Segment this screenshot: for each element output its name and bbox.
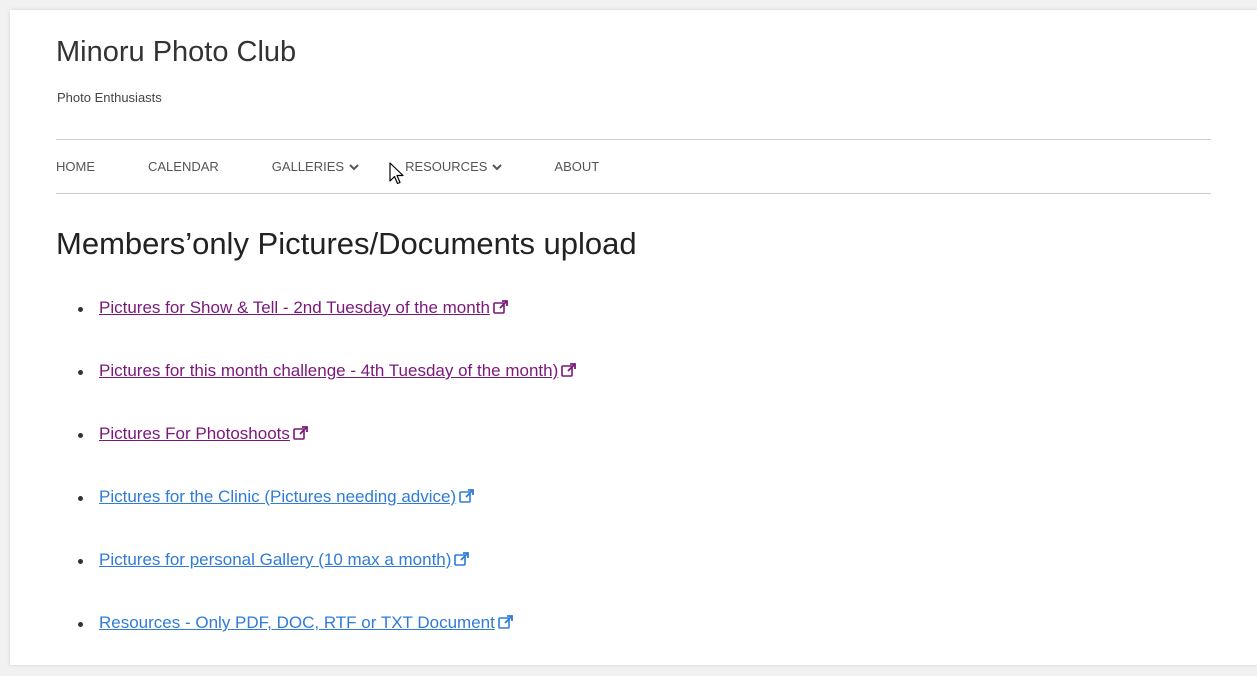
bullet-icon — [78, 622, 83, 627]
external-link-icon — [454, 551, 470, 571]
nav-bottom-divider — [56, 193, 1211, 194]
bullet-icon — [78, 496, 83, 501]
external-link-icon — [493, 299, 509, 319]
bullet-icon — [78, 433, 83, 438]
chevron-down-icon — [349, 163, 359, 171]
site-title[interactable]: Minoru Photo Club — [56, 36, 296, 69]
nav-item-label: GALLERIES — [271, 159, 345, 174]
chevron-down-icon — [492, 163, 503, 171]
nav-item-about[interactable]: ABOUT — [554, 159, 599, 174]
bullet-icon — [78, 559, 83, 564]
upload-link-show-and-tell[interactable]: Pictures for Show & Tell - 2nd Tuesday o… — [99, 298, 509, 319]
main-nav: HOME CALENDAR GALLERIES RESOURCES ABOUT — [56, 140, 599, 193]
link-label: Pictures for the Clinic (Pictures needin… — [99, 487, 457, 506]
nav-item-label: CALENDAR — [148, 159, 219, 174]
page-container: Minoru Photo Club Photo Enthusiasts HOME… — [10, 10, 1257, 665]
mouse-pointer-icon — [389, 162, 405, 186]
link-label: Pictures for Show & Tell - 2nd Tuesday o… — [99, 298, 490, 317]
upload-link-monthly-challenge[interactable]: Pictures for this month challenge - 4th … — [99, 361, 577, 382]
nav-item-label: RESOURCES — [405, 159, 488, 174]
link-label: Pictures for this month challenge - 4th … — [99, 361, 559, 380]
external-link-icon — [498, 614, 514, 634]
link-label: Pictures for personal Gallery (10 max a … — [99, 550, 452, 569]
external-link-icon — [561, 362, 577, 382]
nav-item-home[interactable]: HOME — [56, 159, 95, 174]
upload-link-resources[interactable]: Resources - Only PDF, DOC, RTF or TXT Do… — [99, 613, 514, 634]
external-link-icon — [293, 425, 309, 445]
nav-item-label: ABOUT — [554, 159, 600, 174]
nav-item-galleries[interactable]: GALLERIES — [272, 159, 359, 174]
link-label: Pictures For Photoshoots — [99, 424, 290, 443]
nav-item-calendar[interactable]: CALENDAR — [148, 159, 219, 174]
upload-link-photoshoots[interactable]: Pictures For Photoshoots — [99, 424, 309, 445]
page-title: Members’only Pictures/Documents upload — [56, 226, 637, 261]
link-label: Resources - Only PDF, DOC, RTF or TXT Do… — [99, 613, 495, 632]
nav-item-resources[interactable]: RESOURCES — [405, 159, 503, 174]
upload-link-clinic[interactable]: Pictures for the Clinic (Pictures needin… — [99, 487, 475, 508]
bullet-icon — [78, 307, 83, 312]
upload-link-personal-gallery[interactable]: Pictures for personal Gallery (10 max a … — [99, 550, 470, 571]
nav-item-label: HOME — [56, 159, 95, 174]
bullet-icon — [78, 370, 83, 375]
external-link-icon — [459, 488, 475, 508]
site-tagline: Photo Enthusiasts — [57, 90, 162, 105]
